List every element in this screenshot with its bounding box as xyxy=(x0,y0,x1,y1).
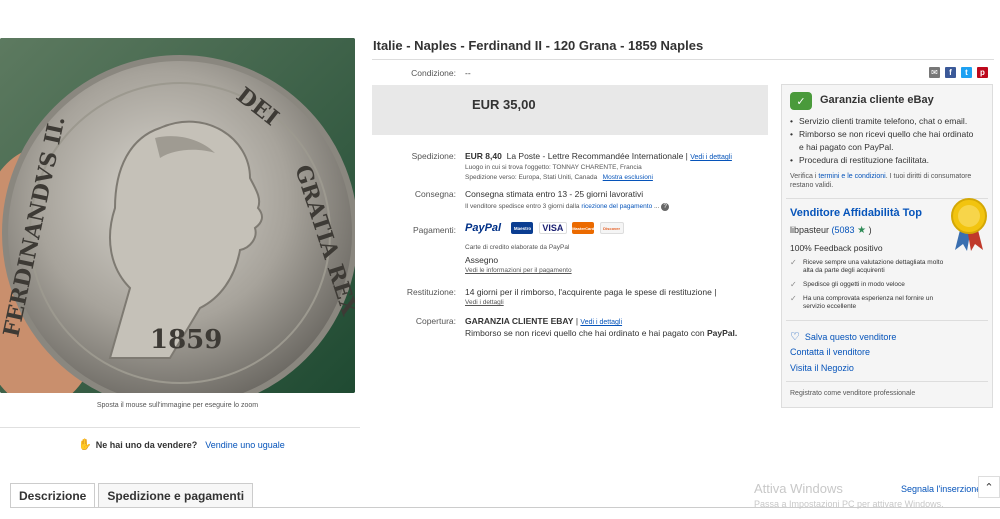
verify-prefix: Verifica i xyxy=(790,173,817,180)
mastercard-logo: MasterCard xyxy=(572,222,594,234)
coverage-text-row: Rimborso se non ricevi quello che hai or… xyxy=(465,328,737,338)
save-seller-link[interactable]: ♡ Salva questo venditore xyxy=(790,330,896,343)
cards-text: Carte di credito elaborate da PayPal xyxy=(465,244,570,251)
check-icon: ✓ xyxy=(790,280,797,289)
twitter-icon[interactable]: t xyxy=(961,67,972,78)
sell-similar-link[interactable]: Vendine uno uguale xyxy=(205,440,285,450)
windows-watermark-title: Attiva Windows xyxy=(754,481,843,496)
payment-cheque: Assegno xyxy=(465,255,499,265)
tab-description[interactable]: Descrizione xyxy=(10,483,96,507)
pinterest-icon[interactable]: p xyxy=(977,67,988,78)
guarantee-title: Garanzia cliente eBay xyxy=(820,94,934,106)
exclusions-link[interactable]: Mostra esclusioni xyxy=(603,174,653,181)
guarantee-terms: Verifica i termini e le condizioni. I tu… xyxy=(790,172,980,190)
ships-to-row: Spedizione verso: Europa, Stati Uniti, C… xyxy=(465,174,653,181)
zoom-hint: Sposta il mouse sull'immagine per esegui… xyxy=(96,402,259,409)
tab-shipping-payments[interactable]: Spedizione e pagamenti xyxy=(98,483,254,507)
delivery-label: Consegna: xyxy=(414,189,456,199)
seller-check-item: ✓ Spedisce gli oggetti in modo veloce xyxy=(790,281,955,289)
contact-seller-link[interactable]: Contatta il venditore xyxy=(790,347,870,357)
seller-check-item: ✓ Ha una comprovata esperienza nel fornir… xyxy=(790,295,955,311)
seller-name[interactable]: libpasteur xyxy=(790,225,829,235)
condition-label: Condizione: xyxy=(411,68,456,78)
sell-question: Ne hai uno da vendere? xyxy=(95,439,198,450)
heart-icon: ♡ xyxy=(790,331,800,343)
condition-value: -- xyxy=(465,68,471,78)
tab-bar: Descrizione Spedizione e pagamenti xyxy=(10,483,256,507)
seller-check-text: Riceve sempre una valutazione dettagliat… xyxy=(803,259,944,274)
seller-check-text: Spedisce gli oggetti in modo veloce xyxy=(803,281,905,288)
payment-logos: PayPal Maestro VISA MasterCard Discover xyxy=(465,222,627,234)
top-rated-seller-badge[interactable]: Venditore Affidabilità Top xyxy=(790,207,922,219)
guarantee-bullet: Procedura di restituzione facilitata. xyxy=(790,154,980,167)
chevron-up-icon[interactable]: ⌃ xyxy=(978,476,1000,498)
guarantee-bullets: Servizio clienti tramite telefono, chat … xyxy=(790,115,980,167)
shipping-cost: EUR 8,40 xyxy=(465,151,502,161)
report-listing-link[interactable]: Segnala l'inserzione xyxy=(901,484,981,494)
visa-logo: VISA xyxy=(538,222,567,234)
paypal-logo: PayPal xyxy=(465,222,502,234)
check-icon: ✓ xyxy=(790,294,797,303)
delivery-note-row: Il venditore spedisce entro 3 giorni dal… xyxy=(465,203,670,211)
star-icon: ★ xyxy=(857,225,867,236)
seller-check-text: Ha una comprovata esperienza nel fornire… xyxy=(803,295,934,310)
seller-feedback: 100% Feedback positivo xyxy=(790,243,883,253)
coverage-label: Copertura: xyxy=(415,316,456,326)
divider xyxy=(0,427,360,428)
guarantee-bullet: Rimborso se non ricevi quello che hai or… xyxy=(790,128,980,154)
facebook-icon[interactable]: f xyxy=(945,67,956,78)
discover-logo: Discover xyxy=(599,222,624,234)
item-image[interactable]: 1859 FERDINANDVS II. DEI GRATIA REX xyxy=(0,38,355,393)
coverage-paypal: PayPal. xyxy=(706,328,738,338)
divider xyxy=(372,59,994,60)
coverage-row: GARANZIA CLIENTE EBAY | Vedi i dettagli xyxy=(465,316,623,326)
price-box xyxy=(372,85,768,135)
guarantee-shield-icon: ✓ xyxy=(790,92,812,110)
help-icon[interactable]: ? xyxy=(661,203,670,211)
coin-year-text: 1859 xyxy=(150,325,222,355)
sell-hand-icon: ✋ xyxy=(78,439,92,451)
divider xyxy=(786,320,988,321)
payments-label: Pagamenti: xyxy=(413,225,456,235)
seller-check-item: ✓ Riceve sempre una valutazione dettaglia… xyxy=(790,259,955,275)
shipping-row: EUR 8,40 La Poste - Lettre Recommandée I… xyxy=(465,151,732,161)
coverage-value: GARANZIA CLIENTE EBAY xyxy=(465,316,574,326)
payment-info-link[interactable]: Vedi le informazioni per il pagamento xyxy=(465,267,572,274)
ships-to: Spedizione verso: Europa, Stati Uniti, C… xyxy=(465,174,598,181)
returns-value: 14 giorni per il rimborso, l'acquirente … xyxy=(465,287,717,297)
payment-receipt-link[interactable]: ricezione del pagamento xyxy=(581,203,652,210)
sell-one-row: ✋ Ne hai uno da vendere? Vendine uno ugu… xyxy=(78,438,285,451)
seller-score-close: ) xyxy=(868,225,872,235)
returns-label: Restituzione: xyxy=(406,287,456,297)
save-seller-label: Salva questo venditore xyxy=(804,331,897,342)
registered-seller-text: Registrato come venditore professionale xyxy=(790,390,916,397)
delivery-note: Il venditore spedisce entro 3 giorni dal… xyxy=(465,203,580,210)
item-title: Italie - Naples - Ferdinand II - 120 Gra… xyxy=(373,38,704,53)
item-price: EUR 35,00 xyxy=(472,97,536,112)
seller-info-row: libpasteur (5083 ★ ) xyxy=(790,225,872,236)
shipping-label: Spedizione: xyxy=(411,151,456,161)
maestro-logo: Maestro xyxy=(511,222,534,234)
delivery-estimate: Consegna stimata entro 13 - 25 giorni la… xyxy=(465,189,644,199)
top-rated-ribbon-icon xyxy=(951,198,987,251)
returns-details-link[interactable]: Vedi i dettagli xyxy=(465,299,504,306)
visit-store-link[interactable]: Visita il Negozio xyxy=(790,363,854,373)
email-icon[interactable]: ✉ xyxy=(929,67,940,78)
check-icon: ✓ xyxy=(790,258,797,267)
shipping-details-link[interactable]: Vedi i dettagli xyxy=(690,154,732,161)
windows-watermark-subtitle: Passa a Impostazioni PC per attivare Win… xyxy=(754,499,944,509)
seller-score[interactable]: (5083 xyxy=(832,225,855,235)
item-location: Luogo in cui si trova l'oggetto: TONNAY … xyxy=(465,164,642,171)
terms-link[interactable]: termini e le condizioni xyxy=(818,173,885,180)
guarantee-bullet: Servizio clienti tramite telefono, chat … xyxy=(790,115,980,128)
divider xyxy=(786,381,988,382)
coverage-text: Rimborso se non ricevi quello che hai or… xyxy=(465,328,705,338)
shipping-method: La Poste - Lettre Recommandée Internatio… xyxy=(506,151,684,161)
coverage-details-link[interactable]: Vedi i dettagli xyxy=(580,319,622,326)
